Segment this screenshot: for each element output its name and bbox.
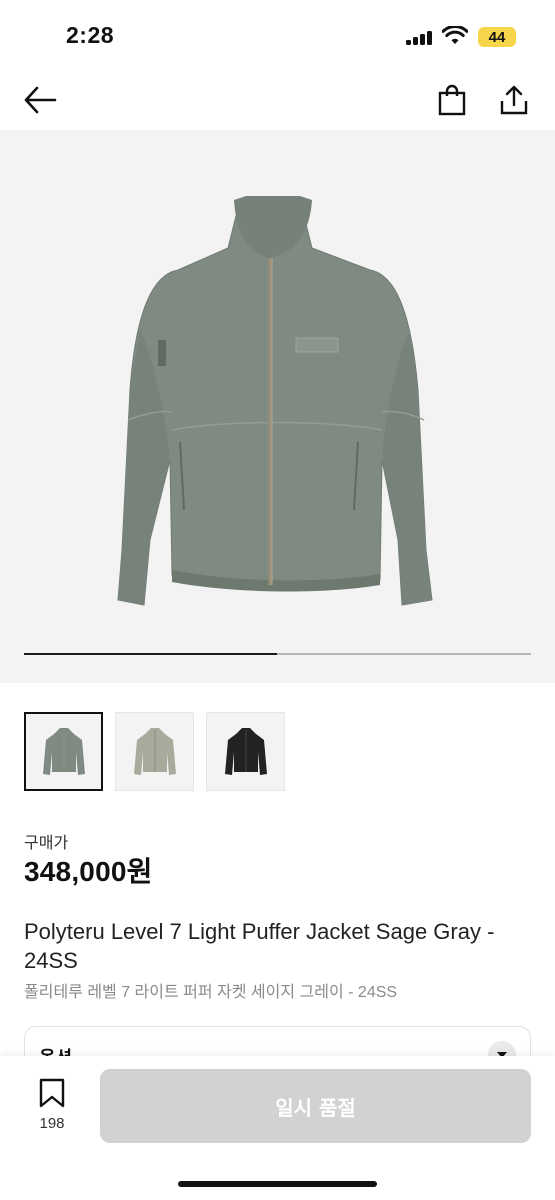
sold-out-button[interactable]: 일시 품절: [100, 1069, 531, 1143]
product-image: [117, 196, 433, 606]
arrow-left-icon: [24, 86, 57, 114]
status-bar: 2:28 44: [0, 0, 555, 70]
share-button[interactable]: [494, 80, 534, 120]
home-indicator: [178, 1181, 377, 1187]
thumbnail-light-sage[interactable]: [115, 712, 194, 791]
wishlist-button[interactable]: 198: [30, 1078, 74, 1138]
product-name-korean: 폴리테루 레벨 7 라이트 퍼퍼 자켓 세이지 그레이 - 24SS: [24, 984, 398, 1001]
battery-indicator: 44: [478, 27, 516, 47]
jacket-thumbnail-image: [224, 727, 267, 775]
cellular-signal-icon: [406, 31, 434, 45]
product-name-english: Polyteru Level 7 Light Puffer Jacket Sag…: [24, 919, 495, 973]
jacket-thumbnail-image: [133, 727, 176, 775]
shopping-bag-icon: [438, 84, 466, 116]
image-progress-bar: [24, 653, 531, 655]
product-price: 348,000원: [24, 856, 153, 887]
wishlist-count: 198: [39, 1115, 65, 1132]
nav-bar: [0, 70, 555, 130]
bookmark-icon: [39, 1078, 65, 1108]
thumbnail-black[interactable]: [206, 712, 285, 791]
image-progress-fill: [24, 653, 277, 655]
jacket-thumbnail-image: [42, 727, 85, 775]
color-thumbnails: [24, 712, 285, 791]
bottom-action-bar: 198 일시 품절: [0, 1056, 555, 1200]
share-icon: [500, 85, 528, 115]
shopping-bag-button[interactable]: [432, 80, 472, 120]
status-time: 2:28: [66, 22, 115, 48]
product-image-carousel[interactable]: [0, 130, 555, 683]
wifi-icon: [442, 26, 468, 44]
back-button[interactable]: [20, 80, 60, 120]
thumbnail-sage-gray[interactable]: [24, 712, 103, 791]
